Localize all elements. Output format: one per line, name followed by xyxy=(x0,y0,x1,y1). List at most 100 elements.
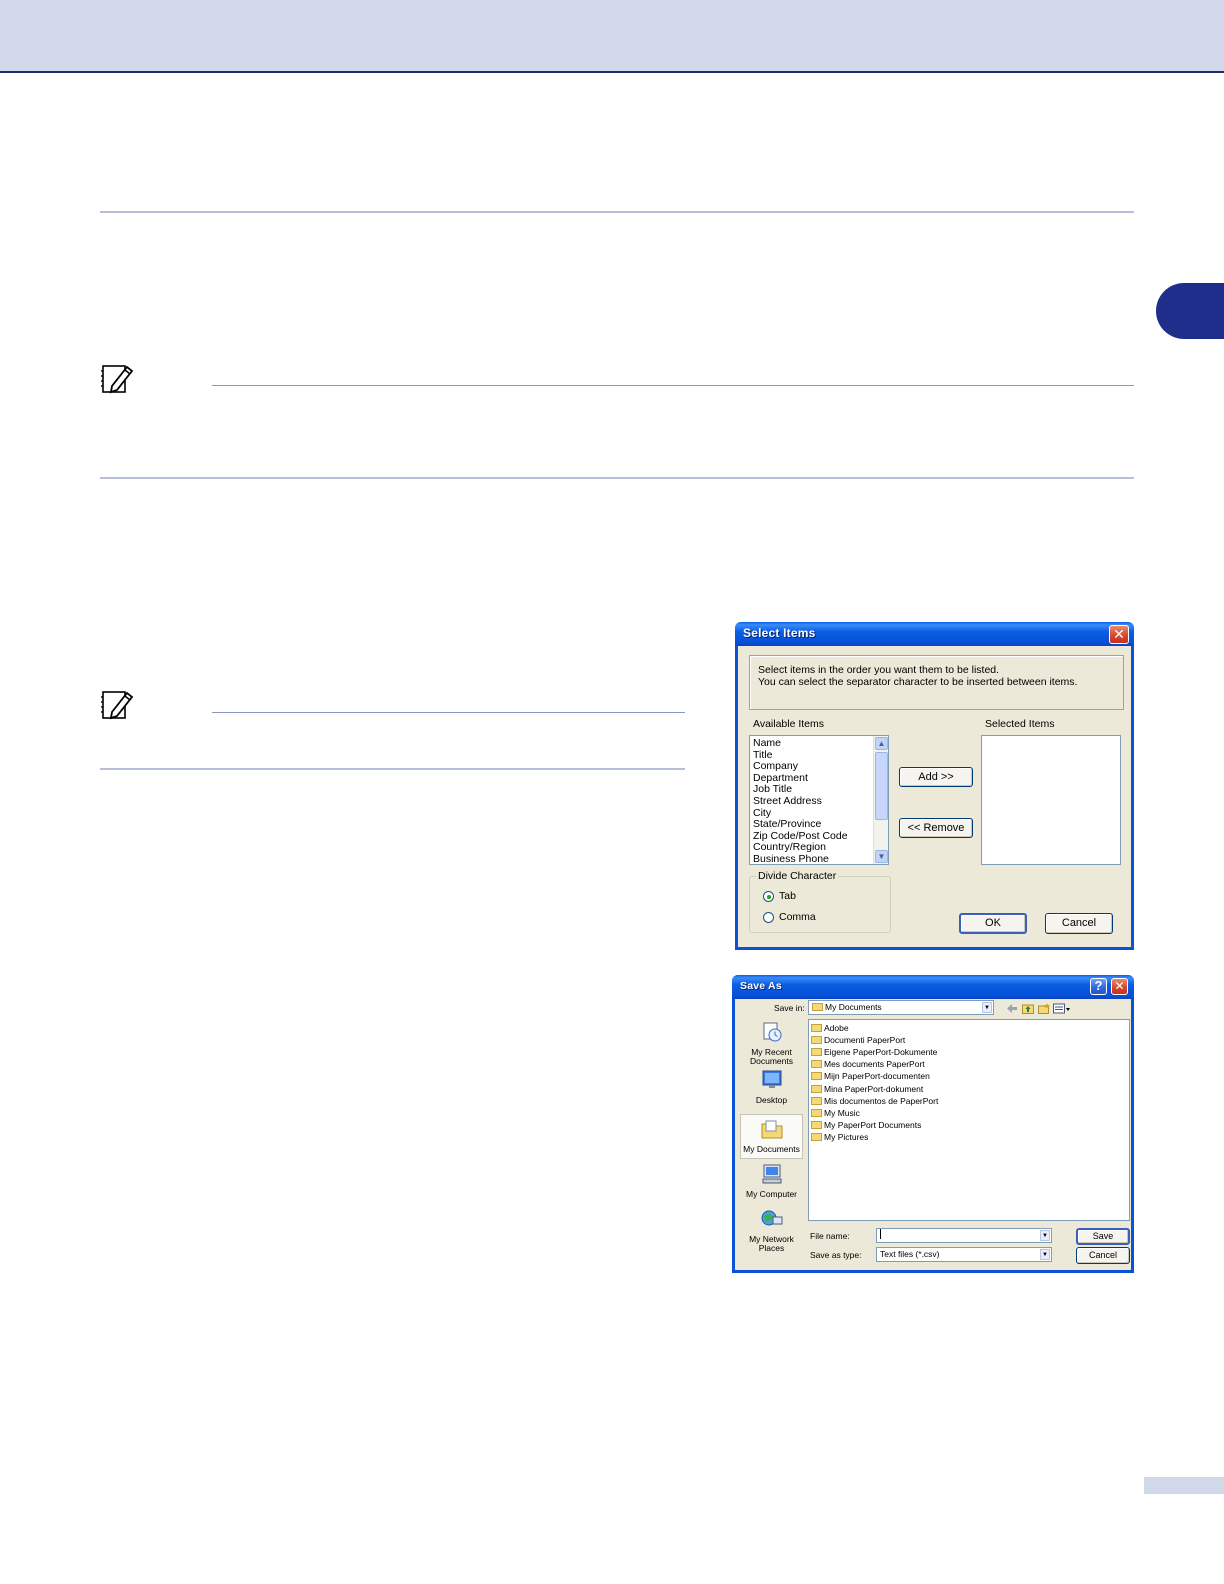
list-item[interactable]: Name xyxy=(753,737,848,750)
section-rule xyxy=(100,211,1134,213)
note-bottom-rule xyxy=(100,477,1134,479)
file-name: Documenti PaperPort xyxy=(824,1035,906,1046)
divide-character-label: Divide Character xyxy=(756,870,839,882)
list-item[interactable]: State/Province xyxy=(753,819,848,831)
file-row[interactable]: Adobe xyxy=(811,1022,849,1034)
save-as-dialog: Save As ? ✕ Save in: My Documents ▼ My R… xyxy=(732,975,1134,1273)
folder-icon xyxy=(811,1096,822,1105)
file-row[interactable]: My Music xyxy=(811,1107,860,1119)
close-icon[interactable]: ✕ xyxy=(1109,625,1129,644)
place-label: My Recent Documents xyxy=(750,1046,793,1066)
place-my-network-places[interactable]: My Network Places xyxy=(740,1208,803,1254)
file-row[interactable]: Eigene PaperPort-Dokumente xyxy=(811,1046,937,1058)
page-number-tab xyxy=(1144,1477,1224,1494)
place-desktop[interactable]: Desktop xyxy=(740,1069,803,1105)
add-button[interactable]: Add >> xyxy=(899,767,973,787)
selected-items-list[interactable] xyxy=(981,735,1121,865)
available-items-list[interactable]: Name Title Company Department Job Title Stree… xyxy=(749,735,889,865)
save-in-dropdown[interactable]: My Documents ▼ xyxy=(808,1000,994,1015)
instruction-line: You can select the separator character t… xyxy=(758,676,1078,688)
scroll-thumb[interactable] xyxy=(875,752,888,820)
remove-button[interactable]: << Remove xyxy=(899,818,973,838)
comma-radio[interactable] xyxy=(763,912,774,923)
cancel-button[interactable]: Cancel xyxy=(1045,913,1113,934)
chevron-down-icon[interactable]: ▼ xyxy=(982,1002,992,1013)
instructions-box: Select items in the order you want them … xyxy=(749,655,1124,710)
file-row[interactable]: Documenti PaperPort xyxy=(811,1034,905,1046)
note-pencil-icon xyxy=(101,365,134,394)
list-item[interactable]: Business Phone xyxy=(753,853,848,864)
save-button[interactable]: Save xyxy=(1076,1228,1130,1245)
file-row[interactable]: My Pictures xyxy=(811,1131,868,1143)
place-my-recent-documents[interactable]: My Recent Documents xyxy=(740,1021,803,1067)
list-item[interactable]: Street Address xyxy=(753,795,848,808)
scroll-down-icon[interactable]: ▼ xyxy=(875,850,888,863)
divide-character-group: Divide Character Tab Comma xyxy=(749,870,891,933)
save-as-type-dropdown[interactable]: Text files (*.csv) ▼ xyxy=(876,1247,1052,1262)
place-label: My Computer xyxy=(745,1188,797,1199)
file-row[interactable]: Mijn PaperPort-documenten xyxy=(811,1070,930,1082)
note-top-rule xyxy=(212,712,685,713)
my-computer-icon xyxy=(762,1164,781,1184)
ok-button[interactable]: OK xyxy=(959,913,1027,934)
file-name: My PaperPort Documents xyxy=(824,1119,922,1130)
chevron-down-icon[interactable]: ▼ xyxy=(1040,1230,1050,1241)
save-as-type-label: Save as type: xyxy=(810,1250,862,1260)
recent-documents-icon xyxy=(763,1022,781,1042)
file-row[interactable]: Mis documentos de PaperPort xyxy=(811,1095,938,1107)
dialog-titlebar[interactable]: Select Items ✕ xyxy=(735,622,1134,646)
file-row[interactable]: My PaperPort Documents xyxy=(811,1119,921,1131)
file-row[interactable]: Mes documents PaperPort xyxy=(811,1058,925,1070)
available-items-entries: Name Title Company Department Job Title Stree… xyxy=(753,737,848,864)
instruction-line: Select items in the order you want them … xyxy=(758,664,1000,676)
folder-icon xyxy=(811,1108,822,1117)
new-folder-icon[interactable] xyxy=(1038,1003,1050,1014)
file-name: My Pictures xyxy=(824,1131,869,1142)
file-name-input[interactable]: ▼ xyxy=(876,1228,1052,1243)
selected-items-label: Selected Items xyxy=(985,718,1055,730)
comma-radio-label[interactable]: Comma xyxy=(779,911,816,923)
place-label: My Documents xyxy=(743,1143,800,1154)
file-name: My Music xyxy=(824,1107,860,1118)
network-places-icon xyxy=(761,1210,782,1226)
chapter-tab xyxy=(1156,283,1224,339)
folder-icon xyxy=(811,1120,822,1129)
vertical-scrollbar[interactable]: ▲ ▼ xyxy=(873,736,888,864)
place-my-computer[interactable]: My Computer xyxy=(740,1163,803,1199)
file-row[interactable]: Mina PaperPort-dokument xyxy=(811,1083,923,1095)
note-pencil-icon xyxy=(101,691,134,720)
file-name: Adobe xyxy=(824,1023,849,1033)
scroll-up-icon[interactable]: ▲ xyxy=(875,737,888,750)
folder-icon xyxy=(811,1048,822,1057)
file-name: Mis documentos de PaperPort xyxy=(824,1095,939,1106)
place-label: My Network Places xyxy=(749,1233,794,1253)
tab-radio-label[interactable]: Tab xyxy=(779,890,796,902)
places-bar: My Recent Documents Desktop My Documents… xyxy=(740,1017,803,1267)
my-documents-icon xyxy=(761,1120,782,1139)
views-menu-icon[interactable] xyxy=(1053,1003,1071,1014)
chevron-down-icon[interactable]: ▼ xyxy=(1040,1249,1050,1260)
file-list[interactable]: Adobe Documenti PaperPort Eigene PaperPort… xyxy=(808,1019,1130,1221)
save-in-value: My Documents xyxy=(825,1002,882,1012)
dialog-titlebar[interactable]: Save As ? ✕ xyxy=(732,975,1134,999)
place-my-documents[interactable]: My Documents xyxy=(740,1114,803,1159)
cancel-button[interactable]: Cancel xyxy=(1076,1247,1130,1264)
folder-icon xyxy=(811,1132,822,1141)
folder-icon xyxy=(811,1036,822,1045)
dialog-title: Select Items xyxy=(743,626,816,640)
folder-icon xyxy=(811,1024,822,1032)
help-icon[interactable]: ? xyxy=(1090,978,1107,995)
file-name: Mijn PaperPort-documenten xyxy=(824,1071,930,1082)
save-in-label: Save in: xyxy=(774,1003,805,1013)
folder-icon xyxy=(811,1084,822,1093)
tab-radio[interactable] xyxy=(763,891,774,902)
desktop-icon xyxy=(762,1070,781,1088)
close-icon[interactable]: ✕ xyxy=(1111,978,1128,995)
place-label: Desktop xyxy=(755,1094,788,1105)
back-arrow-icon[interactable] xyxy=(1006,1003,1018,1014)
note-top-rule xyxy=(212,385,1134,386)
folder-icon xyxy=(812,1003,823,1011)
available-items-label: Available Items xyxy=(753,718,825,730)
file-name-label: File name: xyxy=(810,1231,850,1241)
up-folder-icon[interactable] xyxy=(1022,1003,1034,1014)
